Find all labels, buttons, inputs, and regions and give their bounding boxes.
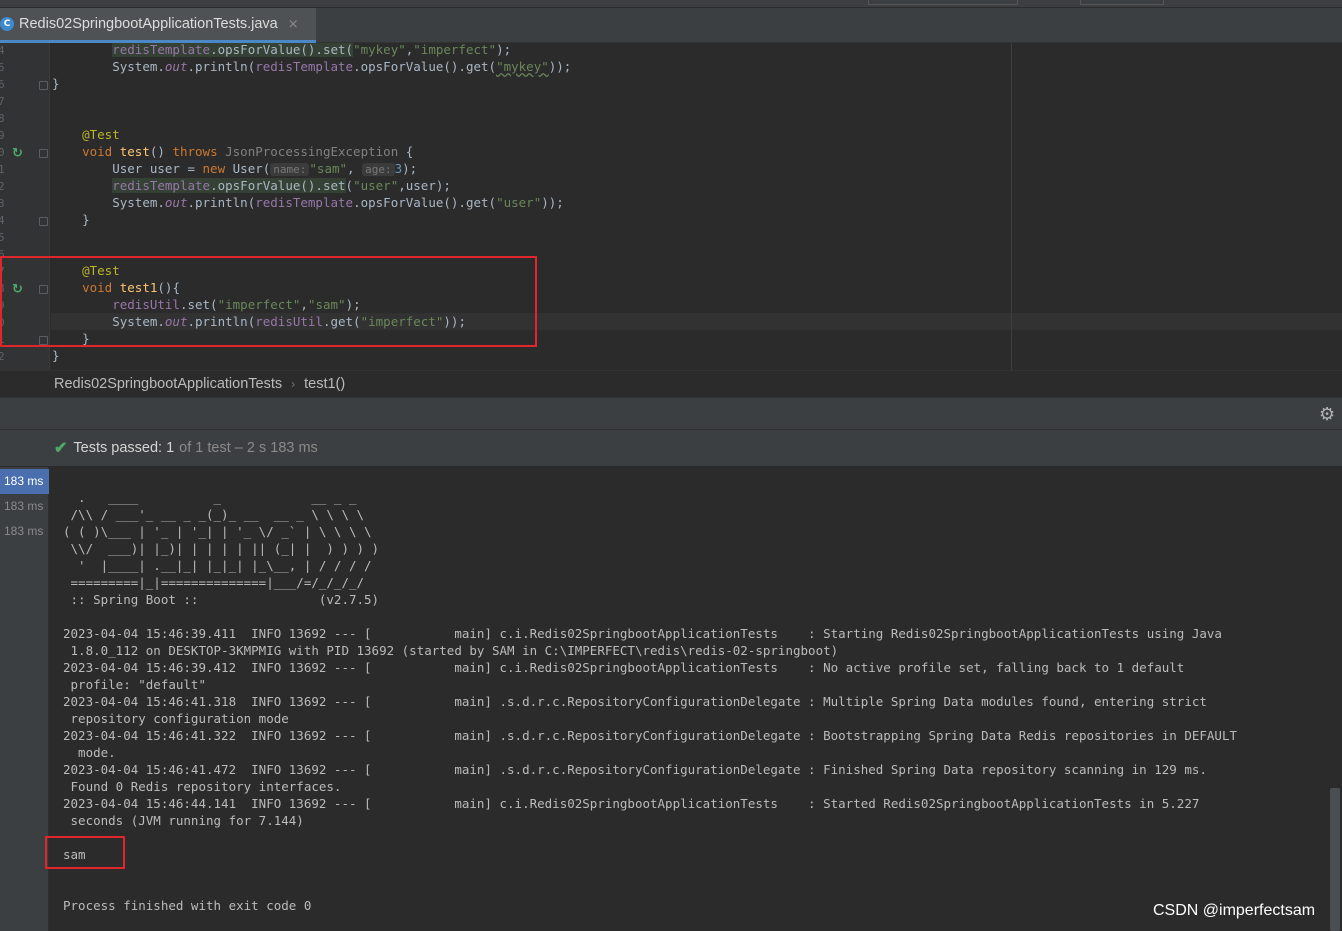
close-icon[interactable]: × — [288, 17, 299, 32]
line-number: 2 — [0, 350, 5, 363]
code-editor[interactable]: 4 5 6 7 8 9 0 ↻ 1 2 3 4 5 6 7 8 ↻ 9 0 1 2 … — [0, 43, 1342, 370]
log-line: mode. — [63, 745, 116, 760]
gutter-line: 3 — [0, 196, 50, 213]
test-duration[interactable]: 183 ms — [0, 469, 49, 494]
gutter-line: 4 — [0, 43, 50, 60]
line-number: 3 — [0, 197, 5, 210]
tests-passed-label: Tests passed: 1 — [73, 440, 175, 456]
line-number: 8 — [0, 112, 5, 125]
fold-marker-icon[interactable] — [39, 149, 48, 158]
line-number: 4 — [0, 44, 5, 57]
breadcrumb-class[interactable]: Redis02SpringbootApplicationTests — [54, 376, 282, 392]
banner-line: ( ( )\___ | '_ | '_| | '_ \/ _` | \ \ \ … — [63, 524, 372, 539]
gutter-line: 7 — [0, 94, 50, 111]
log-line: 2023-04-04 15:46:41.472 INFO 13692 --- [… — [63, 762, 1207, 777]
tests-summary: of 1 test – 2 s 183 ms — [179, 440, 318, 456]
log-line: seconds (JVM running for 7.144) — [63, 813, 304, 828]
test-status-bar: ✔ Tests passed: 1 of 1 test – 2 s 183 ms — [0, 430, 1342, 467]
banner-line: \\/ ___)| |_)| | | | | || (_| | ) ) ) ) — [63, 541, 380, 556]
code-line: } — [82, 212, 90, 227]
gutter-line: 6 — [0, 77, 50, 94]
log-line: repository configuration mode — [63, 711, 289, 726]
banner-line: =========|_|==============|___/=/_/_/_/ — [63, 575, 365, 590]
log-line: 2023-04-04 15:46:39.412 INFO 13692 --- [… — [63, 660, 1185, 675]
fold-marker-icon[interactable] — [39, 81, 48, 90]
log-line: 2023-04-04 15:46:39.411 INFO 13692 --- [… — [63, 626, 1222, 641]
gear-icon[interactable]: ⚙ — [1319, 404, 1335, 425]
gutter-line: 2 — [0, 349, 50, 366]
code-line: void test() throws JsonProcessingExcepti… — [82, 144, 414, 159]
log-line: 2023-04-04 15:46:41.322 INFO 13692 --- [… — [63, 728, 1237, 743]
run-test-icon[interactable]: ↻ — [12, 146, 23, 161]
toolbar-stub — [1080, 0, 1164, 5]
log-line: 1.8.0_112 on DESKTOP-3KMPMIG with PID 13… — [63, 643, 839, 658]
banner-line: ' |____| .__|_| |_|_| |_\__, | / / / / — [63, 558, 372, 573]
banner-line: . ____ _ __ _ _ — [63, 490, 357, 505]
line-number: 4 — [0, 214, 5, 227]
file-tab[interactable]: C Redis02SpringbootApplicationTests.java… — [0, 8, 316, 43]
line-number: 9 — [0, 129, 5, 142]
watermark: CSDN @imperfectsam — [1153, 902, 1316, 919]
exit-message: Process finished with exit code 0 — [63, 898, 312, 913]
breadcrumb: Redis02SpringbootApplicationTests › test… — [0, 370, 1342, 397]
line-number: 1 — [0, 163, 5, 176]
gutter-line: 4 — [0, 213, 50, 230]
banner-line: :: Spring Boot :: (v2.7.5) — [63, 592, 380, 607]
breadcrumb-method[interactable]: test1() — [304, 376, 345, 392]
test-tree: 183 ms 183 ms 183 ms — [0, 467, 49, 931]
gutter-line: 9 — [0, 128, 50, 145]
console-output[interactable]: . ____ _ __ _ _ /\\ / ___'_ __ _ _(_)_ _… — [49, 467, 1342, 931]
code-line: } — [52, 348, 60, 363]
right-margin-guide — [1011, 43, 1012, 370]
line-number: 6 — [0, 78, 5, 91]
line-number: 5 — [0, 61, 5, 74]
line-number: 2 — [0, 180, 5, 193]
param-hint: name: — [270, 163, 310, 176]
line-number: 0 — [0, 146, 5, 159]
test-duration[interactable]: 183 ms — [0, 494, 49, 519]
highlight-box — [45, 836, 125, 869]
check-icon: ✔ — [54, 440, 68, 457]
file-tab-label: Redis02SpringbootApplicationTests.java — [19, 16, 278, 32]
log-line: profile: "default" — [63, 677, 206, 692]
test-duration[interactable]: 183 ms — [0, 519, 49, 544]
gutter-line: 0 ↻ — [0, 145, 50, 162]
line-number: 5 — [0, 231, 5, 244]
java-class-icon: C — [0, 17, 14, 31]
gutter-line: 8 — [0, 111, 50, 128]
log-line: Found 0 Redis repository interfaces. — [63, 779, 342, 794]
breadcrumb-separator: › — [291, 377, 296, 391]
console-scrollbar[interactable] — [1330, 788, 1340, 931]
code-line: redisTemplate.opsForValue().set("mykey",… — [112, 43, 512, 57]
gutter-line: 2 — [0, 179, 50, 196]
gutter-line: 5 — [0, 230, 50, 247]
code-line: redisTemplate.opsForValue().set("user",u… — [112, 178, 451, 193]
code-line: User user = new User(name: "sam", age: 3); — [112, 161, 418, 176]
banner-line: /\\ / ___'_ __ _ _(_)_ __ __ _ \ \ \ \ — [63, 507, 365, 522]
editor-tab-bar: C Redis02SpringbootApplicationTests.java… — [0, 0, 1342, 43]
highlight-box — [0, 256, 537, 347]
param-hint: age: — [362, 163, 395, 176]
code-line: System.out.println(redisTemplate.opsForV… — [112, 195, 564, 210]
toolbar-stub — [868, 0, 1018, 5]
code-line: } — [52, 76, 60, 91]
gutter-line: 5 — [0, 60, 50, 77]
fold-marker-icon[interactable] — [39, 217, 48, 226]
log-line: 2023-04-04 15:46:44.141 INFO 13692 --- [… — [63, 796, 1200, 811]
log-line: 2023-04-04 15:46:41.318 INFO 13692 --- [… — [63, 694, 1207, 709]
code-line: @Test — [82, 127, 120, 142]
code-line: System.out.println(redisTemplate.opsForV… — [112, 59, 572, 74]
run-toolbar: ⚙ — [0, 397, 1342, 430]
line-number: 7 — [0, 95, 5, 108]
gutter-line: 1 — [0, 162, 50, 179]
